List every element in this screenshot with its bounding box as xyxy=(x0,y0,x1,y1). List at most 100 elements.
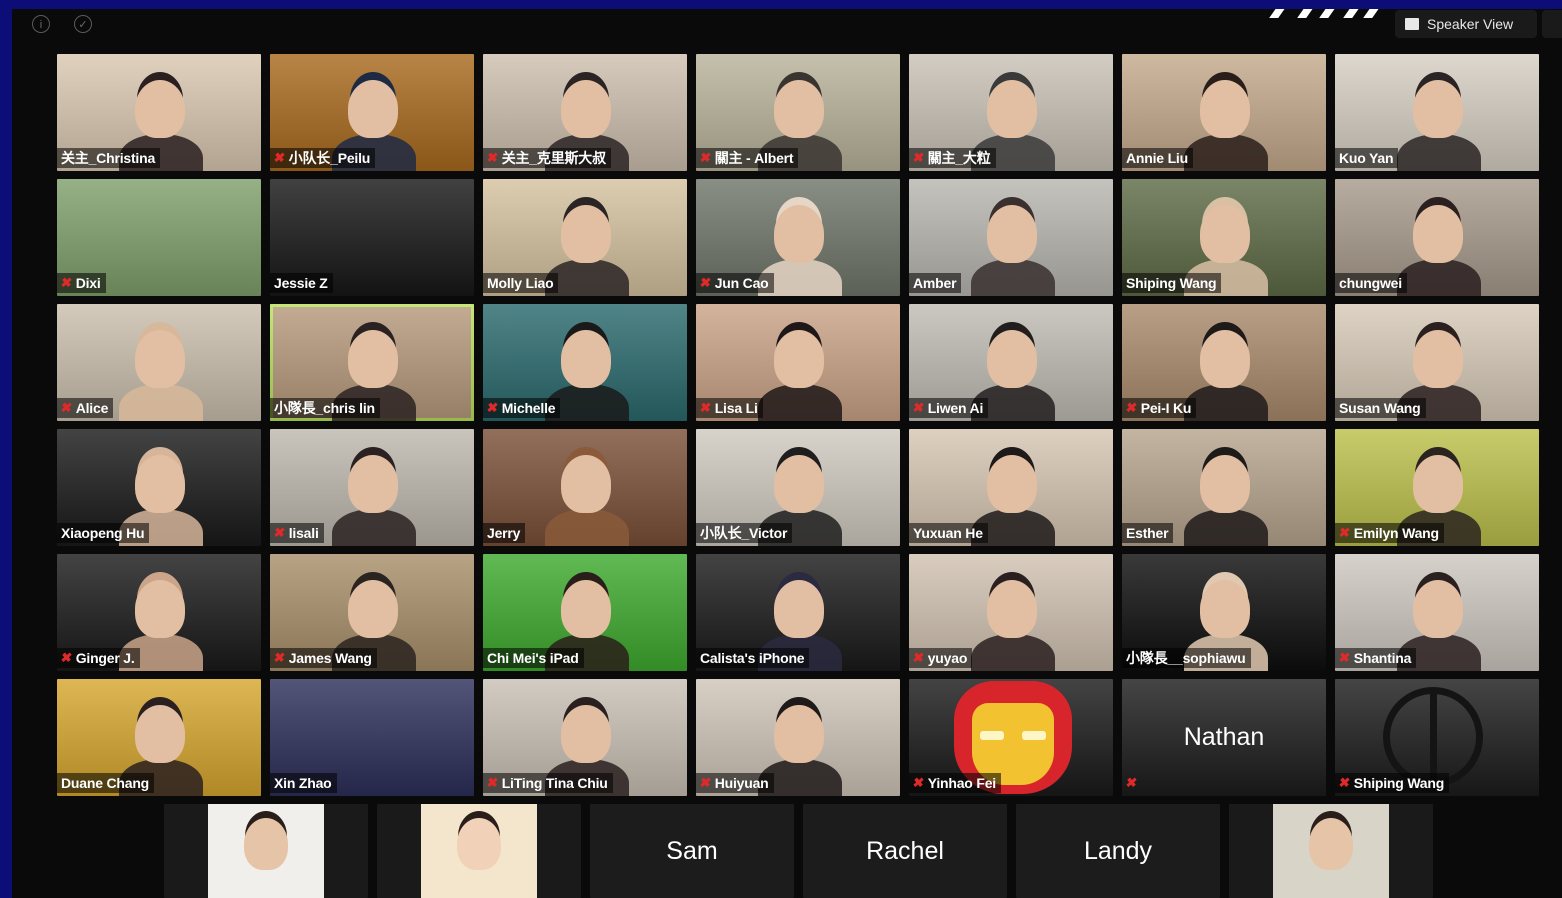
participant-tile[interactable]: Annie Liu xyxy=(1122,54,1326,171)
info-icon[interactable]: i xyxy=(32,15,50,33)
participant-name: Jerry xyxy=(487,525,521,541)
participant-tile[interactable]: Amber xyxy=(909,179,1113,296)
participant-tile[interactable] xyxy=(1229,804,1433,898)
muted-mic-icon: ✖ xyxy=(911,400,926,415)
participant-tile[interactable] xyxy=(377,804,581,898)
participant-tile[interactable]: Duane Chang xyxy=(57,679,261,796)
muted-mic-icon: ✖ xyxy=(911,650,926,665)
participant-tile[interactable]: ✖ Lisa Li xyxy=(696,304,900,421)
participant-face xyxy=(1413,205,1463,263)
participant-tile[interactable]: Susan Wang xyxy=(1335,304,1539,421)
participant-tile[interactable]: Sam xyxy=(590,804,794,898)
participant-tile[interactable]: 小队长_Victor xyxy=(696,429,900,546)
participant-tile[interactable]: 小隊長__sophiawu xyxy=(1122,554,1326,671)
participant-name: 小隊長_chris lin xyxy=(274,400,375,416)
participant-name: lisali xyxy=(288,525,319,541)
participant-name: Huiyuan xyxy=(714,775,769,791)
participant-face xyxy=(561,330,611,388)
participant-name: Shiping Wang xyxy=(1353,775,1445,791)
participant-tile[interactable]: ✖ Pei-I Ku xyxy=(1122,304,1326,421)
participant-tile[interactable]: Kuo Yan xyxy=(1335,54,1539,171)
participant-tile[interactable]: Shiping Wang xyxy=(1122,179,1326,296)
name-label: ✖ LiTing Tina Chiu xyxy=(483,773,613,793)
participant-tile[interactable]: ✖ Shiping Wang xyxy=(1335,679,1539,796)
participant-tile[interactable]: Jerry xyxy=(483,429,687,546)
participant-tile[interactable]: ✖ Michelle xyxy=(483,304,687,421)
participant-tile[interactable]: 小隊長_chris lin xyxy=(270,304,474,421)
participant-tile[interactable]: chungwei xyxy=(1335,179,1539,296)
participant-name: Shiping Wang xyxy=(1126,275,1217,291)
participant-name: 關主_大粒 xyxy=(927,150,991,166)
name-label: 小隊長__sophiawu xyxy=(1122,648,1251,668)
participant-tile[interactable]: Calista's iPhone xyxy=(696,554,900,671)
participant-tile[interactable]: ✖ Liwen Ai xyxy=(909,304,1113,421)
participant-face xyxy=(1200,455,1250,513)
shield-check-icon[interactable]: ✓ xyxy=(74,15,92,33)
speaker-view-button[interactable]: Speaker View xyxy=(1395,10,1537,38)
participant-name: 關主 - Albert xyxy=(714,150,794,166)
name-label: ✖ Michelle xyxy=(483,398,561,418)
participant-tile[interactable]: ✖ lisali xyxy=(270,429,474,546)
name-label: ✖ Pei-I Ku xyxy=(1122,398,1197,418)
participant-face xyxy=(987,330,1037,388)
name-label: ✖ James Wang xyxy=(270,648,377,668)
participant-name: 小隊長__sophiawu xyxy=(1126,650,1246,666)
name-label: ✖ Yinhao Fei xyxy=(909,773,1001,793)
participant-tile[interactable]: Landy xyxy=(1016,804,1220,898)
name-label: 关主_Christina xyxy=(57,148,161,168)
fullscreen-button[interactable] xyxy=(1542,10,1562,38)
participant-tile[interactable]: ✖ James Wang xyxy=(270,554,474,671)
participant-tile[interactable]: ✖ LiTing Tina Chiu xyxy=(483,679,687,796)
name-label: Amber xyxy=(909,273,962,293)
participant-name: 关主_克里斯大叔 xyxy=(501,150,606,166)
participant-tile[interactable]: ✖ Ginger J. xyxy=(57,554,261,671)
participant-tile[interactable]: ✖ 關主 - Albert xyxy=(696,54,900,171)
participant-tile[interactable]: ✖ Alice xyxy=(57,304,261,421)
participant-name: Shantina xyxy=(1353,650,1412,666)
participant-tile[interactable]: 关主_Christina xyxy=(57,54,261,171)
zoom-gallery-window: i ✓ Speaker View 关主_Christina ✖ 小队长_Peilu ✖… xyxy=(12,9,1562,898)
name-label: ✖ lisali xyxy=(270,523,324,543)
name-label: ✖ Lisa Li xyxy=(696,398,763,418)
participant-tile[interactable]: Esther xyxy=(1122,429,1326,546)
participant-face xyxy=(348,330,398,388)
muted-mic-icon: ✖ xyxy=(1124,775,1139,790)
name-label: ✖ Shiping Wang xyxy=(1335,773,1450,793)
participant-name: Susan Wang xyxy=(1339,400,1421,416)
muted-mic-icon: ✖ xyxy=(911,150,926,165)
participant-tile[interactable]: Yuxuan He xyxy=(909,429,1113,546)
name-label: 小隊長_chris lin xyxy=(270,398,380,418)
name-label: ✖ Ginger J. xyxy=(57,648,140,668)
participant-face xyxy=(774,80,824,138)
participant-tile[interactable]: Xiaopeng Hu xyxy=(57,429,261,546)
participant-tile[interactable]: Nathan ✖ xyxy=(1122,679,1326,796)
participant-tile[interactable]: Jessie Z xyxy=(270,179,474,296)
participant-name: Jessie Z xyxy=(274,275,328,291)
participant-tile[interactable]: ✖ 關主_大粒 xyxy=(909,54,1113,171)
participant-tile[interactable] xyxy=(164,804,368,898)
participant-name: Esther xyxy=(1126,525,1169,541)
muted-mic-icon: ✖ xyxy=(272,650,287,665)
participant-name: Duane Chang xyxy=(61,775,150,791)
participant-face xyxy=(348,80,398,138)
participant-face xyxy=(561,705,611,763)
participant-tile[interactable]: ✖ Emilyn Wang xyxy=(1335,429,1539,546)
muted-mic-icon: ✖ xyxy=(698,775,713,790)
participant-tile[interactable]: ✖ Jun Cao xyxy=(696,179,900,296)
participant-name-large: Sam xyxy=(666,836,718,865)
participant-tile[interactable]: Molly Liao xyxy=(483,179,687,296)
participant-tile[interactable]: Xin Zhao xyxy=(270,679,474,796)
participant-name: 小队长_Peilu xyxy=(288,150,371,166)
participant-tile[interactable]: ✖ 小队长_Peilu xyxy=(270,54,474,171)
name-label: ✖ Liwen Ai xyxy=(909,398,989,418)
participant-tile[interactable]: ✖ yuyao xyxy=(909,554,1113,671)
participant-tile[interactable]: ✖ Shantina xyxy=(1335,554,1539,671)
participant-tile[interactable]: Chi Mei's iPad xyxy=(483,554,687,671)
participant-face xyxy=(561,80,611,138)
participant-tile[interactable]: ✖ Huiyuan xyxy=(696,679,900,796)
participant-tile[interactable]: Rachel xyxy=(803,804,1007,898)
participant-tile[interactable]: ✖ 关主_克里斯大叔 xyxy=(483,54,687,171)
participant-tile[interactable]: ✖ Yinhao Fei xyxy=(909,679,1113,796)
participant-tile[interactable]: ✖ Dixi xyxy=(57,179,261,296)
participant-name: Ginger J. xyxy=(75,650,135,666)
